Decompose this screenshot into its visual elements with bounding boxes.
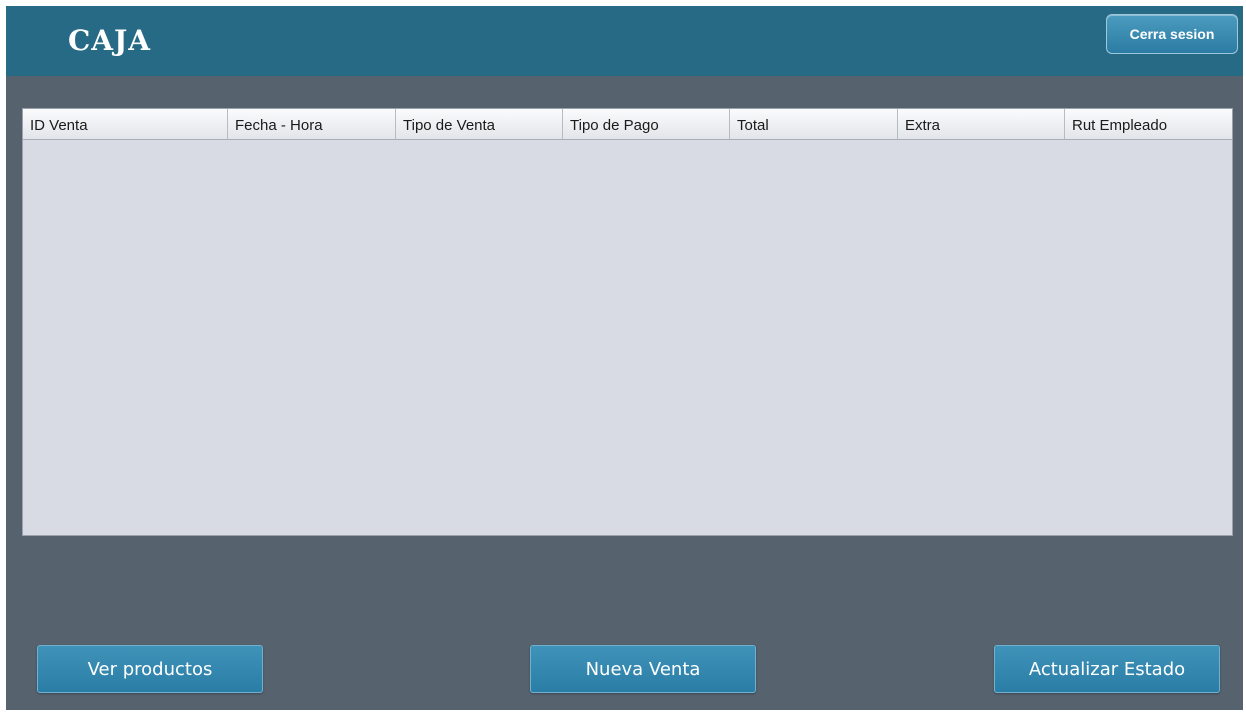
page-title: CAJA bbox=[68, 24, 151, 57]
column-header-total[interactable]: Total bbox=[730, 109, 898, 139]
column-header-rut-empleado[interactable]: Rut Empleado bbox=[1065, 109, 1232, 139]
column-header-tipo-de-venta[interactable]: Tipo de Venta bbox=[396, 109, 563, 139]
new-sale-button[interactable]: Nueva Venta bbox=[530, 645, 756, 693]
column-header-tipo-de-pago[interactable]: Tipo de Pago bbox=[563, 109, 730, 139]
update-status-button[interactable]: Actualizar Estado bbox=[994, 645, 1220, 693]
column-header-fecha-hora[interactable]: Fecha - Hora bbox=[228, 109, 396, 139]
column-header-id-venta[interactable]: ID Venta bbox=[23, 109, 228, 139]
cashier-window: CAJA Cerra sesion ID Venta Fecha - Hora … bbox=[6, 6, 1243, 710]
logout-button[interactable]: Cerra sesion bbox=[1106, 14, 1238, 54]
column-header-extra[interactable]: Extra bbox=[898, 109, 1065, 139]
sales-table[interactable]: ID Venta Fecha - Hora Tipo de Venta Tipo… bbox=[22, 108, 1233, 536]
header-bar: CAJA Cerra sesion bbox=[6, 6, 1243, 76]
table-header: ID Venta Fecha - Hora Tipo de Venta Tipo… bbox=[23, 109, 1232, 140]
table-body[interactable] bbox=[23, 140, 1232, 536]
view-products-button[interactable]: Ver productos bbox=[37, 645, 263, 693]
